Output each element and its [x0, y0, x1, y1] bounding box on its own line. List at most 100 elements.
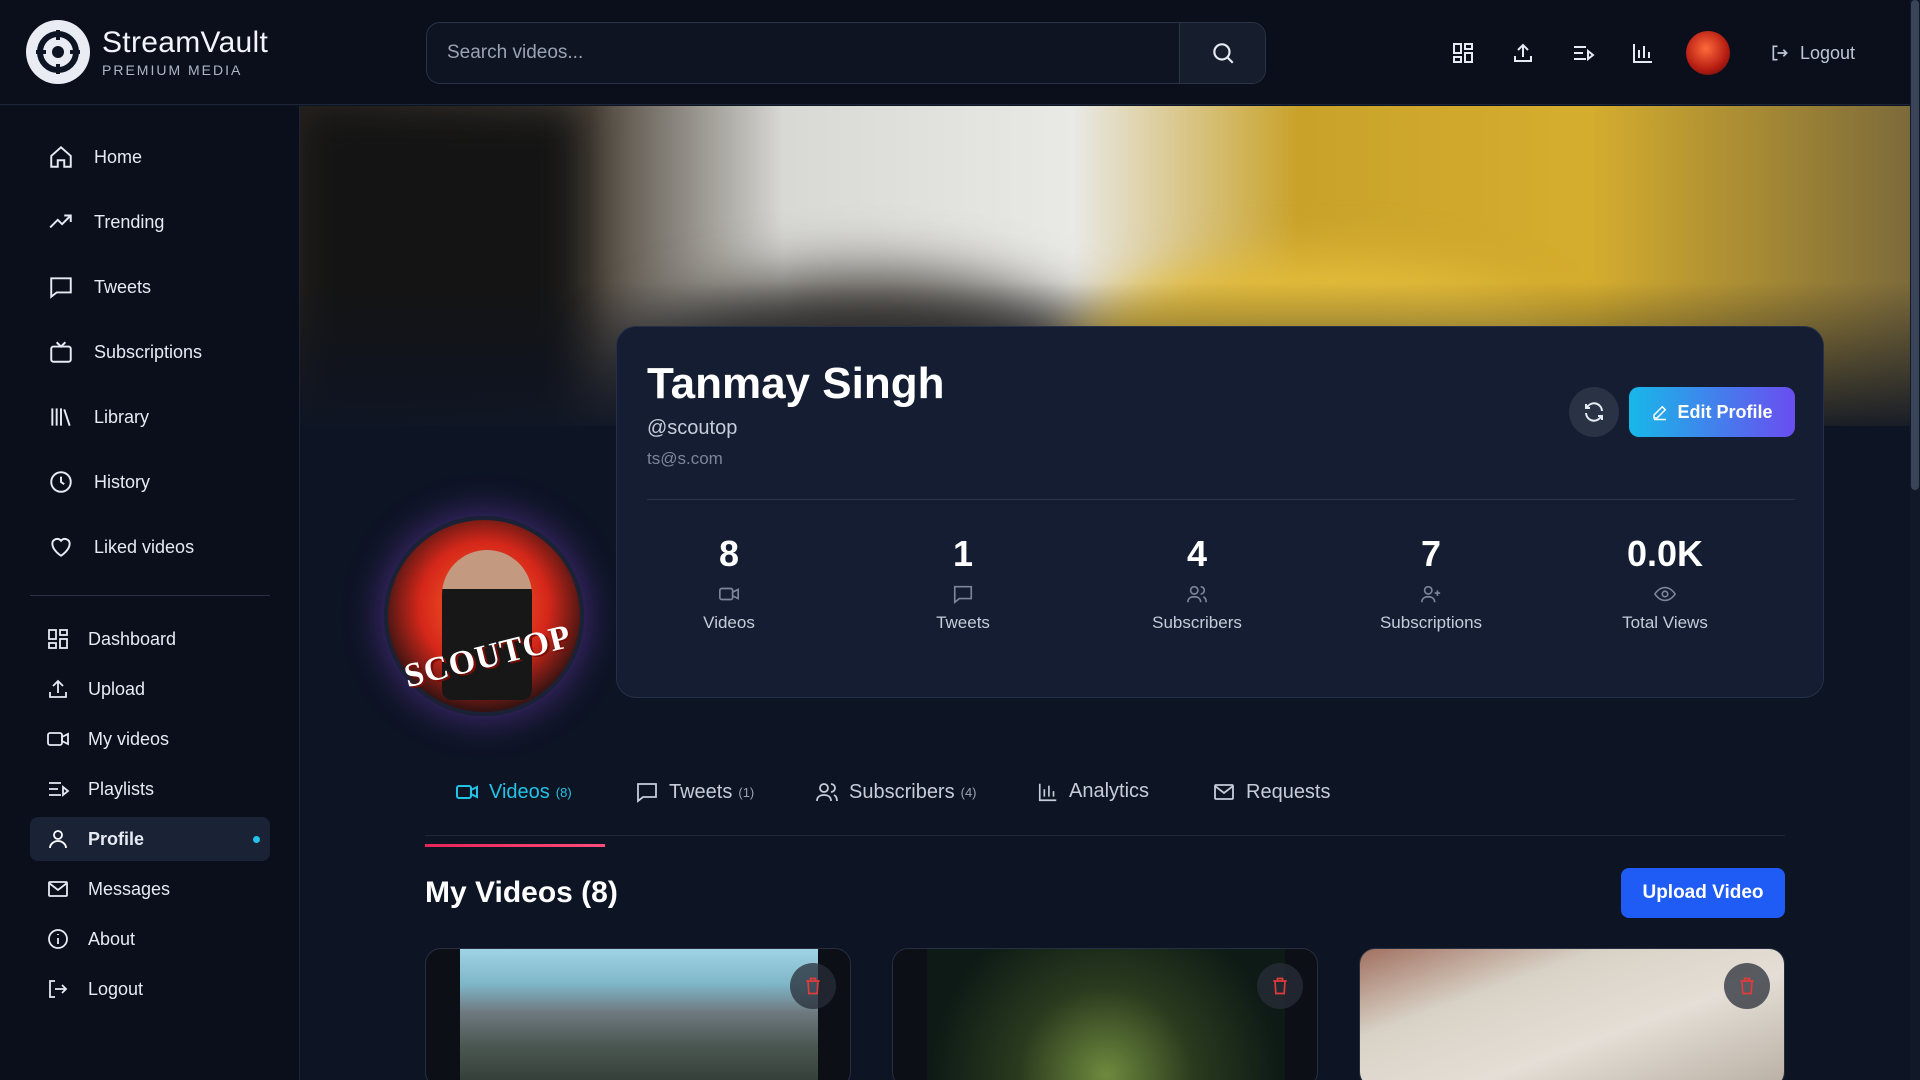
stat-subscribers: 4 Subscribers — [1097, 533, 1297, 633]
sidebar-item-label: My videos — [88, 728, 170, 749]
card-divider — [647, 499, 1795, 500]
home-icon — [50, 145, 72, 168]
edit-icon — [1653, 405, 1667, 421]
sidebar-item-label: Upload — [88, 678, 146, 699]
stat-videos: 8 Videos — [629, 533, 829, 633]
tab-label: Subscribers — [849, 780, 955, 803]
sidebar-item-messages[interactable]: Messages — [30, 867, 270, 911]
search-input[interactable] — [427, 23, 1179, 83]
sidebar-item-logout[interactable]: Logout — [30, 967, 270, 1011]
tab-label: Videos — [489, 780, 550, 803]
logout-label: Logout — [1800, 42, 1856, 63]
sidebar-divider — [30, 595, 270, 596]
user-icon — [49, 830, 67, 849]
sidebar-item-tweets[interactable]: Tweets — [48, 274, 151, 300]
bar-chart-icon — [1038, 783, 1057, 801]
trending-icon — [49, 214, 72, 229]
logout-icon — [1772, 45, 1788, 61]
playlists-button[interactable] — [1560, 30, 1606, 76]
tab-analytics[interactable]: Analytics — [1037, 780, 1149, 825]
sidebar-item-label: About — [88, 928, 136, 949]
video-card[interactable] — [1359, 948, 1785, 1080]
upload-button[interactable] — [1500, 30, 1546, 76]
stat-label: Tweets — [936, 613, 990, 632]
sidebar-item-library[interactable]: Library — [48, 404, 149, 430]
sidebar-item-label: Tweets — [94, 276, 152, 297]
main-content: SCOUTOP Tanmay Singh @scoutop ts@s.com E… — [300, 106, 1910, 1080]
stat-total-views: 0.0K Total Views — [1565, 533, 1765, 633]
tab-count: (4) — [960, 784, 977, 800]
sidebar-item-subscriptions[interactable]: Subscriptions — [48, 339, 202, 365]
heart-icon — [51, 537, 71, 557]
users-icon — [816, 783, 838, 802]
tab-videos[interactable]: Videos (8) — [455, 780, 572, 826]
profile-card: Tanmay Singh @scoutop ts@s.com Edit Prof… — [616, 326, 1824, 698]
sidebar-item-label: Playlists — [88, 778, 155, 799]
sidebar-item-label: Home — [94, 146, 143, 167]
sidebar-item-profile[interactable]: Profile — [30, 817, 270, 861]
sidebar-item-playlists[interactable]: Playlists — [30, 767, 270, 811]
edit-profile-label: Edit Profile — [1677, 401, 1773, 422]
tab-subscribers[interactable]: Subscribers (4) — [815, 780, 977, 826]
video-card[interactable] — [892, 948, 1318, 1080]
trash-icon — [1273, 977, 1287, 995]
video-thumbnail — [927, 949, 1285, 1080]
tweet-icon — [50, 277, 72, 299]
tab-requests[interactable]: Requests — [1212, 780, 1331, 826]
sidebar-item-label: Dashboard — [88, 628, 177, 649]
video-icon — [47, 732, 69, 746]
mail-icon — [48, 881, 68, 897]
stat-label: Subscriptions — [1379, 613, 1483, 632]
dashboard-icon — [1453, 43, 1473, 63]
app-logo[interactable]: StreamVault PREMIUM MEDIA — [26, 20, 268, 84]
logout-button[interactable]: Logout — [1770, 43, 1855, 64]
active-tab-indicator — [425, 844, 605, 847]
refresh-button[interactable] — [1569, 387, 1619, 437]
delete-video-button[interactable] — [1724, 963, 1770, 1009]
mail-icon — [1214, 784, 1234, 800]
top-bar: StreamVault PREMIUM MEDIA Logout — [0, 0, 1910, 105]
user-avatar[interactable] — [1686, 31, 1730, 75]
video-card[interactable] — [425, 948, 851, 1080]
delete-video-button[interactable] — [790, 963, 836, 1009]
sidebar-item-label: Logout — [88, 978, 144, 999]
search-icon — [1212, 43, 1234, 64]
trash-icon — [806, 977, 820, 995]
tweet-icon — [953, 585, 973, 604]
history-icon — [50, 471, 72, 493]
profile-tabs: Videos (8) Tweets (1) Subscribers (4) An… — [425, 756, 1785, 836]
app-name: StreamVault — [102, 26, 269, 59]
sidebar-item-history[interactable]: History — [48, 469, 150, 495]
sidebar-item-home[interactable]: Home — [48, 144, 142, 170]
sidebar-item-liked-videos[interactable]: Liked videos — [48, 534, 194, 560]
delete-video-button[interactable] — [1257, 963, 1303, 1009]
info-icon — [48, 929, 68, 949]
sidebar-item-about[interactable]: About — [30, 917, 270, 961]
stat-label: Total Views — [1622, 613, 1708, 632]
logout-icon — [49, 980, 68, 998]
refresh-icon — [1585, 402, 1603, 422]
trash-icon — [1740, 977, 1754, 995]
stat-value: 8 — [718, 533, 740, 574]
sidebar-item-my-videos[interactable]: My videos — [30, 717, 270, 761]
bar-chart-icon — [1633, 44, 1652, 63]
scrollbar-thumb[interactable] — [1911, 0, 1919, 490]
sidebar-item-label: Library — [94, 406, 150, 427]
sidebar-item-trending[interactable]: Trending — [48, 209, 164, 235]
sidebar: Home Trending Tweets Subscriptions Libra… — [0, 106, 300, 1080]
upload-video-button[interactable]: Upload Video — [1621, 868, 1785, 918]
logo-icon — [26, 20, 90, 84]
dashboard-button[interactable] — [1440, 30, 1486, 76]
users-icon — [1187, 585, 1207, 603]
analytics-button[interactable] — [1620, 30, 1666, 76]
sidebar-item-dashboard[interactable]: Dashboard — [30, 617, 270, 661]
search-button[interactable] — [1179, 23, 1265, 83]
page-scrollbar[interactable] — [1910, 0, 1920, 1080]
profile-name: Tanmay Singh — [647, 359, 945, 408]
sidebar-item-label: History — [94, 471, 151, 492]
edit-profile-button[interactable]: Edit Profile — [1629, 387, 1795, 437]
tab-count: (1) — [738, 784, 755, 800]
stat-value: 4 — [1186, 533, 1208, 574]
tab-tweets[interactable]: Tweets (1) — [635, 780, 754, 826]
sidebar-item-upload[interactable]: Upload — [30, 667, 270, 711]
